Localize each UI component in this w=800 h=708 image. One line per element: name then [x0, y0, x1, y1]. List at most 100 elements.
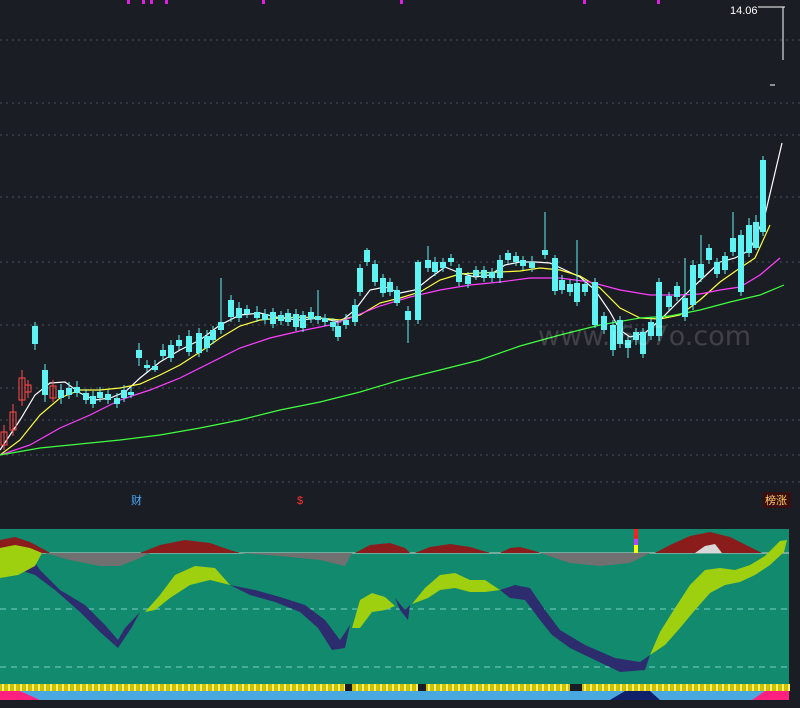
candle-body	[136, 350, 142, 358]
candle-body	[432, 262, 438, 272]
candle-body	[210, 330, 216, 340]
candle-body	[32, 326, 38, 344]
candle-body	[83, 393, 89, 400]
candle-body	[746, 225, 752, 253]
strip-tick	[662, 684, 664, 691]
strip-tick	[488, 684, 490, 691]
candle-body	[236, 308, 242, 318]
finance-marker[interactable]: 财	[131, 493, 142, 507]
strip-tick	[104, 684, 106, 691]
strip-tick	[632, 684, 634, 691]
strip-tick	[92, 684, 94, 691]
candle-body	[380, 278, 386, 293]
candle-85	[690, 260, 696, 310]
strip-tick	[782, 684, 784, 691]
candle-50	[394, 286, 400, 306]
dollar-marker[interactable]: $	[297, 495, 303, 507]
candle-body	[105, 394, 111, 400]
candle-19	[152, 360, 158, 372]
strip-tick	[56, 684, 58, 691]
top-mark-0	[127, 0, 130, 4]
candle-body	[415, 262, 421, 320]
strip-tick	[668, 684, 670, 691]
strip-tick	[638, 684, 640, 691]
strip-tick	[728, 684, 730, 691]
candle-body	[74, 387, 80, 393]
candlesticks	[0, 156, 766, 450]
candle-61	[489, 268, 495, 282]
strip-tick	[446, 684, 448, 691]
strip-tick	[74, 684, 76, 691]
candle-68	[552, 255, 558, 295]
candle-body	[168, 345, 174, 358]
candle-body	[456, 268, 462, 282]
strip-tick	[440, 684, 442, 691]
candle-84	[682, 258, 688, 321]
strip-tick	[560, 684, 562, 691]
candle-9	[74, 381, 80, 397]
strip-tick	[500, 684, 502, 691]
strip-tick	[416, 684, 418, 691]
strip-tick	[356, 684, 358, 691]
rank-rise-marker[interactable]: 榜涨	[765, 493, 787, 507]
strip-tick	[590, 684, 592, 691]
candle-body	[270, 312, 276, 324]
top-mark-4	[262, 0, 265, 4]
candle-body	[322, 318, 328, 322]
candle-body	[244, 309, 250, 314]
candle-body	[160, 350, 166, 356]
candle-body	[405, 311, 411, 320]
strip-tick	[482, 684, 484, 691]
strip-tick	[296, 684, 298, 691]
candle-body	[66, 388, 72, 395]
candle-40	[322, 314, 328, 326]
indicator-panel	[0, 529, 800, 704]
indicator-right-gap	[789, 529, 800, 704]
strip-tick	[752, 684, 754, 691]
candle-body	[204, 336, 210, 348]
signal-yellow	[634, 545, 638, 553]
top-mark-3	[165, 0, 168, 4]
candle-body	[335, 326, 341, 337]
candle-body	[357, 268, 363, 292]
strip-tick	[260, 684, 262, 691]
strip-tick	[2, 684, 4, 691]
candle-body	[567, 284, 573, 292]
strip-tick	[410, 684, 412, 691]
strip-tick	[512, 684, 514, 691]
candle-1	[9, 404, 17, 436]
strip-tick	[134, 684, 136, 691]
strip-tick	[434, 684, 436, 691]
strip-tick	[116, 684, 118, 691]
candle-24	[196, 328, 202, 357]
strip-tick	[224, 684, 226, 691]
candle-body	[489, 272, 495, 278]
strip-tick	[380, 684, 382, 691]
strip-tick	[122, 684, 124, 691]
strip-tick	[404, 684, 406, 691]
signal-red	[634, 529, 638, 539]
strip-tick	[464, 684, 466, 691]
candle-70	[567, 280, 573, 296]
candle-20	[160, 344, 166, 360]
candle-body	[394, 290, 400, 303]
price-grid	[0, 39, 800, 483]
candle-body	[674, 286, 680, 297]
strip-tick	[686, 684, 688, 691]
candle-body	[285, 313, 291, 322]
candle-body	[90, 396, 96, 404]
candle-body	[308, 312, 314, 319]
candle-body	[520, 260, 526, 266]
strip-tick	[614, 684, 616, 691]
candle-body	[690, 265, 696, 305]
candle-93	[753, 215, 759, 250]
top-mark-1	[142, 0, 145, 4]
candle-94	[760, 156, 766, 236]
strip-tick	[206, 684, 208, 691]
candle-body	[42, 370, 48, 395]
candle-body	[176, 340, 182, 346]
top-event-marks	[127, 0, 660, 4]
strip-tick	[194, 684, 196, 691]
candle-body	[465, 276, 471, 284]
strip-tick	[758, 684, 760, 691]
